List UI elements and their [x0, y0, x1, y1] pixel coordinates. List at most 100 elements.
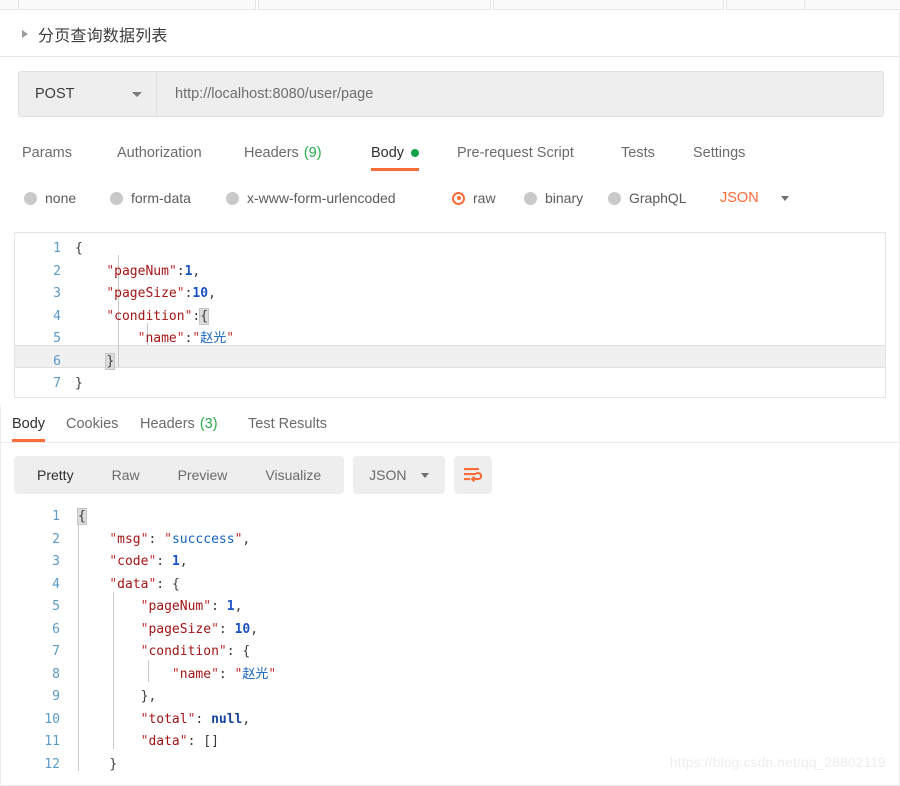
response-view-pretty[interactable]: Pretty — [18, 456, 93, 494]
line-number: 4 — [52, 576, 60, 592]
line-number: 11 — [44, 734, 60, 749]
line-number: 2 — [53, 263, 61, 279]
chevron-down-icon — [780, 195, 789, 201]
request-tab-tests[interactable]: Tests — [621, 133, 655, 173]
line-number: 7 — [53, 376, 61, 391]
request-tab-authorization[interactable]: Authorization — [117, 133, 202, 173]
tab-label: Headers — [140, 415, 195, 432]
body-type-binary[interactable]: binary — [524, 190, 583, 206]
tab-count: (9) — [303, 145, 322, 161]
tab-label: Body — [371, 145, 405, 161]
tab-label: Body — [12, 415, 46, 432]
body-type-label: GraphQL — [629, 190, 687, 206]
body-type-label: raw — [473, 190, 496, 206]
code-line: } — [105, 352, 116, 370]
code-line: { — [75, 241, 83, 256]
code-line: { — [77, 508, 87, 525]
code-line: "data": { — [109, 576, 180, 592]
tab-label: Test Results — [248, 415, 327, 432]
line-number: 1 — [52, 509, 60, 524]
word-wrap-icon — [464, 468, 483, 483]
code-line: "total": null, — [140, 711, 251, 727]
line-number: 10 — [44, 711, 60, 727]
watermark: https://blog.csdn.net/qq_28802119 — [669, 755, 886, 770]
response-tab-body[interactable]: Body — [12, 405, 46, 443]
radio-unselected-icon — [110, 191, 123, 205]
response-body-viewer[interactable]: 1 2 3 4 5 6 7 8 9 10 11 12 { "msg": "succcess", "co… — [0, 502, 900, 772]
tab-label: Pre-request Script — [457, 145, 574, 161]
request-tab-params[interactable]: Params — [22, 133, 72, 173]
line-number: 8 — [52, 666, 60, 682]
request-tab-headers[interactable]: Headers (9) — [244, 133, 322, 173]
line-number: 4 — [53, 308, 61, 324]
tab-edge — [723, 0, 727, 10]
body-type-form-data[interactable]: form-data — [110, 190, 191, 206]
request-tab-pre-request-script[interactable]: Pre-request Script — [457, 133, 574, 173]
tab-edge — [490, 0, 494, 10]
url-input[interactable]: http://localhost:8080/user/page — [156, 71, 884, 117]
page-title: 分页查询数据列表 — [38, 27, 168, 45]
body-type-none[interactable]: none — [24, 190, 76, 206]
url-bar: POST http://localhost:8080/user/page — [18, 71, 884, 117]
response-tab-cookies[interactable]: Cookies — [66, 405, 118, 443]
body-present-dot-icon — [411, 149, 420, 157]
response-toolbar: Pretty Raw Preview Visualize JSON — [14, 456, 492, 494]
code-line: }, — [140, 689, 157, 704]
code-line: } — [109, 756, 118, 772]
radio-selected-icon — [452, 191, 465, 205]
line-number: 1 — [53, 241, 61, 256]
response-view-raw[interactable]: Raw — [93, 456, 159, 494]
url-input-value: http://localhost:8080/user/page — [175, 86, 374, 102]
response-tabs: Body Cookies Headers (3) Test Results — [0, 405, 900, 443]
body-format-select[interactable]: JSON — [720, 190, 789, 206]
http-method-label: POST — [35, 86, 75, 102]
triangle-right-icon[interactable] — [22, 29, 28, 38]
line-number: 3 — [53, 286, 61, 301]
radio-unselected-icon — [608, 191, 621, 205]
body-type-label: x-www-form-urlencoded — [247, 190, 396, 206]
response-view-visualize[interactable]: Visualize — [246, 456, 340, 494]
code-line: "name":"赵光" — [137, 331, 235, 346]
tab-edge — [255, 0, 259, 10]
cut-off-tab-strip — [0, 0, 900, 10]
code-line: "msg": "succcess", — [109, 531, 251, 547]
code-line: "pageSize": 10, — [140, 621, 259, 637]
code-line: "data": [] — [140, 734, 219, 749]
body-type-label: form-data — [131, 190, 191, 206]
postman-screenshot: 分页查询数据列表 POST http://localhost:8080/user… — [0, 0, 900, 786]
line-number: 6 — [52, 621, 60, 637]
http-method-select[interactable]: POST — [18, 71, 156, 117]
tab-label: Headers — [244, 145, 299, 161]
body-type-graphql[interactable]: GraphQL — [608, 190, 687, 206]
tab-label: Params — [22, 145, 72, 161]
word-wrap-button[interactable] — [453, 456, 492, 494]
line-number: 7 — [52, 644, 60, 659]
code-line: "condition":{ — [106, 307, 210, 325]
request-tab-body[interactable]: Body — [371, 133, 420, 173]
line-number: 6 — [53, 353, 61, 369]
response-tab-headers[interactable]: Headers (3) — [140, 405, 218, 443]
line-number: 9 — [52, 689, 60, 704]
code-line: "pageNum":1, — [106, 263, 201, 279]
line-number: 12 — [44, 756, 60, 772]
left-divider — [0, 405, 1, 786]
radio-unselected-icon — [226, 191, 239, 205]
request-tab-settings[interactable]: Settings — [693, 133, 745, 173]
line-number: 5 — [52, 599, 60, 614]
tab-label: Authorization — [117, 145, 202, 161]
tab-count: (3) — [199, 415, 218, 432]
tab-label: Cookies — [66, 415, 119, 432]
tab-separator — [18, 0, 19, 10]
body-type-raw[interactable]: raw — [452, 190, 496, 206]
body-type-label: none — [45, 190, 77, 206]
radio-unselected-icon — [524, 191, 537, 205]
response-tab-test-results[interactable]: Test Results — [248, 405, 327, 443]
chevron-down-icon — [420, 472, 429, 478]
response-format-select[interactable]: JSON — [353, 456, 445, 494]
code-line: "name": "赵光" — [171, 666, 277, 682]
request-body-editor[interactable]: 1 2 3 4 5 6 7 { "pageNum":1, "pageSize":10, "c… — [14, 232, 886, 398]
body-type-x-www-form-urlencoded[interactable]: x-www-form-urlencoded — [226, 190, 396, 206]
body-format-label: JSON — [720, 190, 759, 206]
active-line-border-bottom — [15, 367, 885, 368]
response-view-preview[interactable]: Preview — [159, 456, 247, 494]
